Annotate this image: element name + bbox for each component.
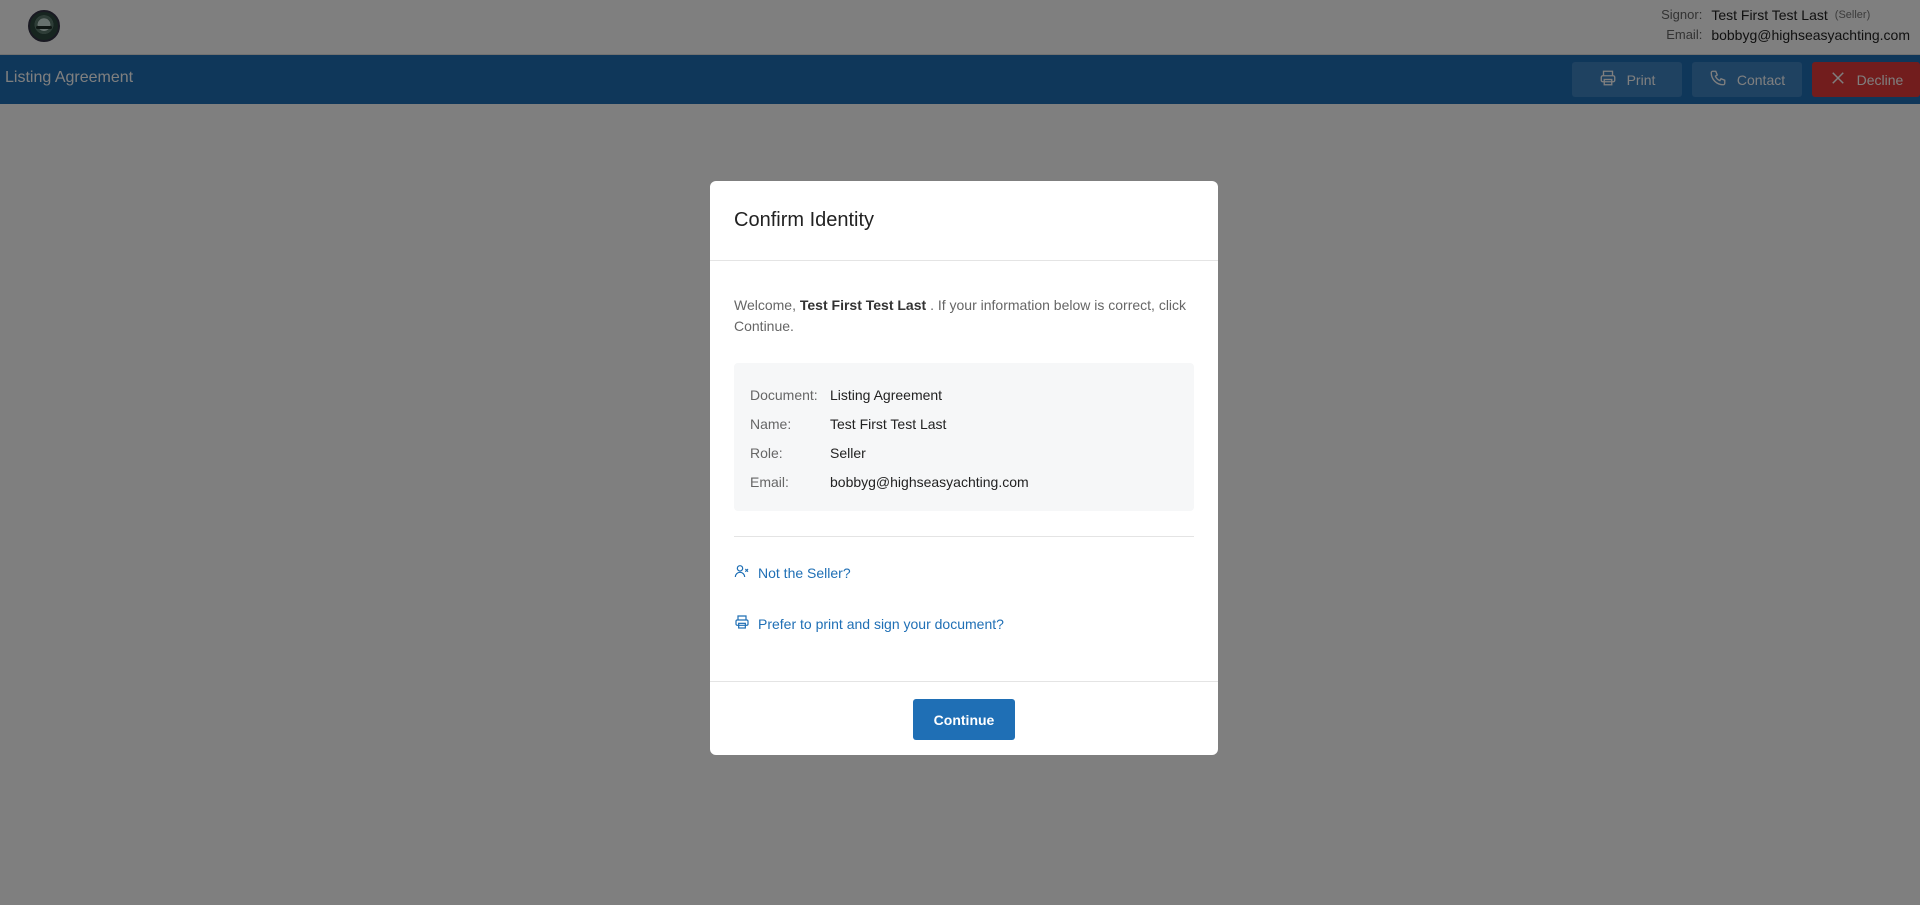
welcome-message: Welcome, Test First Test Last . If your … [734,295,1194,337]
not-seller-link[interactable]: Not the Seller? [734,563,1194,582]
dialog-footer: Continue [710,681,1218,755]
detail-value: Test First Test Last [830,416,947,432]
detail-label: Name: [750,416,792,432]
continue-button[interactable]: Continue [913,699,1015,740]
dialog-header: Confirm Identity [710,181,1218,261]
detail-row-role: Role: Seller [750,439,1178,468]
detail-value: Seller [830,445,866,461]
print-and-sign-link-label: Prefer to print and sign your document? [758,615,1004,632]
user-remove-icon [734,563,750,582]
print-and-sign-link[interactable]: Prefer to print and sign your document? [734,614,1194,633]
detail-label: Role: [750,445,783,461]
not-seller-link-label: Not the Seller? [758,564,851,581]
signer-details-box: Document: Listing Agreement Name: Test F… [734,363,1194,511]
divider [734,536,1194,537]
detail-row-email: Email: bobbyg@highseasyachting.com [750,468,1178,497]
detail-value: bobbyg@highseasyachting.com [830,474,1029,490]
dialog-body: Welcome, Test First Test Last . If your … [710,261,1218,633]
confirm-identity-dialog: Confirm Identity Welcome, Test First Tes… [710,181,1218,755]
detail-label: Email: [750,474,789,490]
detail-row-document: Document: Listing Agreement [750,381,1178,410]
printer-icon [734,614,750,633]
dialog-title: Confirm Identity [734,209,875,231]
welcome-name: Test First Test Last [799,297,927,313]
detail-row-name: Name: Test First Test Last [750,410,1178,439]
welcome-prefix: Welcome, [734,297,796,313]
detail-label: Document: [750,387,818,403]
detail-value: Listing Agreement [830,387,943,403]
